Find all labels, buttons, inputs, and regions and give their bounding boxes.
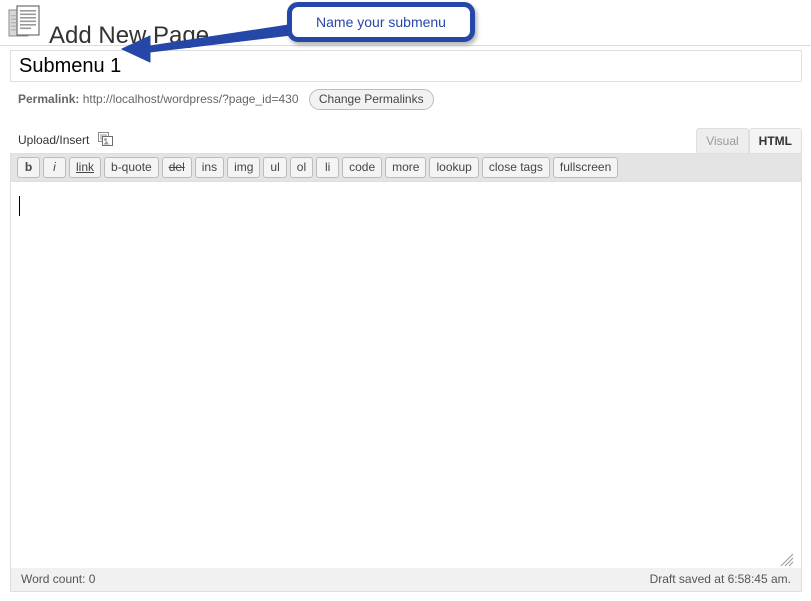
toolbar-button-code[interactable]: code [342, 157, 382, 178]
callout-text: Name your submenu [292, 7, 470, 37]
pages-icon [8, 4, 42, 40]
toolbar-button-ins[interactable]: ins [195, 157, 224, 178]
toolbar-button-ul[interactable]: ul [263, 157, 286, 178]
page-title-input[interactable] [10, 50, 802, 82]
callout-box: Name your submenu [287, 2, 475, 42]
toolbar-button-del[interactable]: del [162, 157, 192, 178]
editor-resize-handle[interactable] [780, 553, 794, 567]
toolbar-button-close-tags[interactable]: close tags [482, 157, 550, 178]
change-permalinks-button[interactable]: Change Permalinks [309, 89, 434, 110]
draft-saved-label: Draft saved at 6:58:45 am. [650, 568, 791, 591]
add-media-icon[interactable] [98, 132, 114, 152]
tab-visual[interactable]: Visual [696, 128, 748, 153]
toolbar-button-li[interactable]: li [316, 157, 339, 178]
editor-text-area[interactable] [11, 183, 801, 565]
word-count-label: Word count: 0 [21, 568, 95, 591]
toolbar-button-fullscreen[interactable]: fullscreen [553, 157, 618, 178]
toolbar-button-link[interactable]: link [69, 157, 101, 178]
editor-toolbar: bilinkb-quotedelinsimgulollicodemorelook… [11, 154, 801, 182]
upload-insert-label: Upload/Insert [18, 133, 89, 147]
toolbar-button-lookup[interactable]: lookup [429, 157, 478, 178]
editor-status-bar: Word count: 0 Draft saved at 6:58:45 am. [10, 568, 802, 592]
toolbar-button-b-quote[interactable]: b-quote [104, 157, 159, 178]
toolbar-button-i[interactable]: i [43, 157, 66, 178]
toolbar-button-img[interactable]: img [227, 157, 260, 178]
permalink-row: Permalink: http://localhost/wordpress/?p… [18, 88, 434, 110]
editor-container: bilinkb-quotedelinsimgulollicodemorelook… [10, 153, 802, 588]
editor-mode-tabs: VisualHTML [696, 128, 802, 153]
text-caret [19, 196, 20, 216]
page-title: Add New Page [49, 18, 209, 54]
upload-insert-row: Upload/Insert [18, 131, 114, 152]
tab-html[interactable]: HTML [749, 128, 802, 153]
toolbar-button-ol[interactable]: ol [290, 157, 313, 178]
permalink-label: Permalink: [18, 92, 79, 106]
toolbar-button-b[interactable]: b [17, 157, 40, 178]
permalink-url: http://localhost/wordpress/?page_id=430 [83, 92, 299, 106]
toolbar-button-more[interactable]: more [385, 157, 426, 178]
